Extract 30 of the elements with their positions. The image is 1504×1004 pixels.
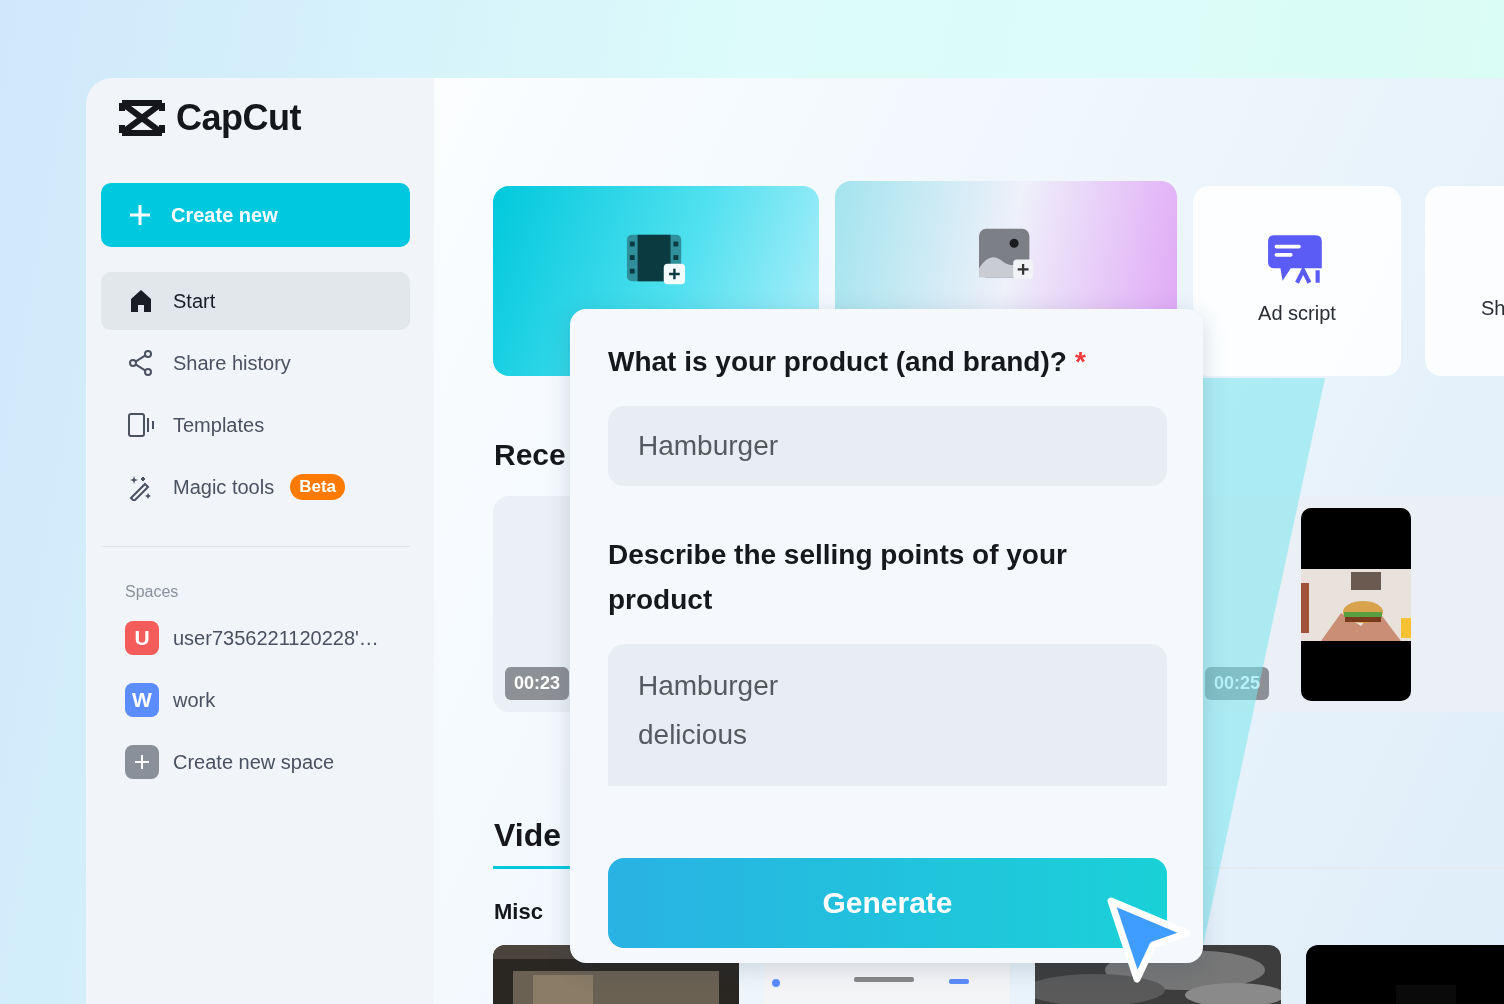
- field-label: Describe the selling points of your product: [608, 538, 1068, 617]
- film-add-icon: [625, 232, 687, 286]
- sidebar-item-label: Share history: [173, 351, 291, 375]
- templates-icon: [127, 411, 155, 439]
- ad-script-card[interactable]: Ad script: [1193, 186, 1401, 376]
- sidebar-item[interactable]: Magic tools Beta: [101, 458, 410, 516]
- space-name[interactable]: work: [173, 688, 216, 712]
- plus-icon: [129, 204, 151, 226]
- sidebar-item[interactable]: Share history: [101, 334, 410, 392]
- share-icon: [127, 349, 155, 377]
- beta-badge: Beta: [290, 474, 345, 500]
- field-label: What is your product (and brand)? *: [608, 345, 1087, 379]
- section-heading: Rece: [494, 438, 566, 473]
- sidebar-item[interactable]: Templates: [101, 396, 410, 454]
- sidebar-item-label: Start: [173, 289, 216, 313]
- folder-heading: Misc: [494, 899, 543, 925]
- space-name[interactable]: user7356221120228'…: [173, 626, 379, 650]
- product-field[interactable]: Hamburger: [608, 406, 1167, 486]
- add-space-icon[interactable]: [125, 745, 159, 779]
- duration-badge: 00:23: [505, 667, 570, 700]
- logo-icon: [118, 99, 166, 137]
- sidebar-item[interactable]: Start: [101, 272, 410, 330]
- app-logo: CapCut: [176, 97, 301, 139]
- duration-badge: 00:25: [1205, 667, 1270, 700]
- sidebar-item-label: Magic tools: [173, 475, 275, 499]
- tool-card[interactable]: Sh: [1425, 186, 1504, 376]
- create-space-link[interactable]: Create new space: [173, 750, 335, 774]
- selling-points-field[interactable]: Hamburger delicious: [608, 644, 1167, 786]
- sidebar-item-label: Templates: [173, 413, 265, 437]
- section-heading: Spaces: [125, 583, 180, 601]
